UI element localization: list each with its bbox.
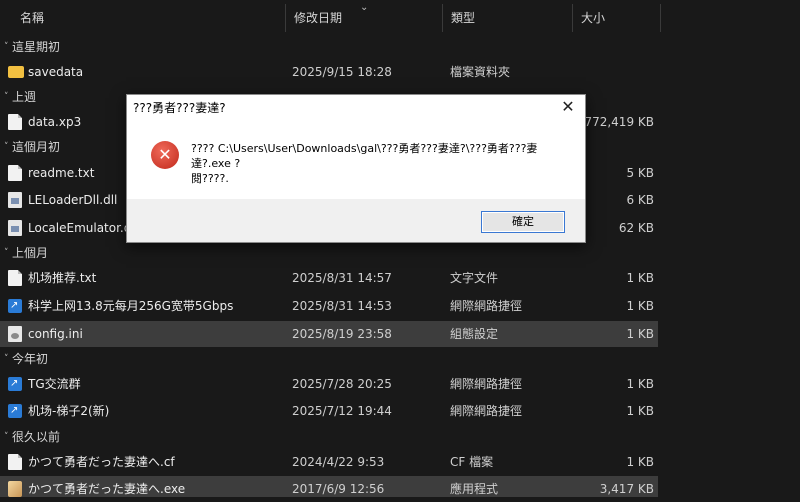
file-name: 科学上网13.8元每月256G宽带5Gbps [28, 299, 234, 313]
file-icon [8, 270, 22, 286]
file-type: 組態設定 [450, 327, 499, 341]
file-name: config.ini [28, 327, 83, 341]
file-type: 網際網路捷徑 [450, 299, 523, 313]
error-icon: ✕ [151, 141, 179, 169]
file-date: 2025/7/12 19:44 [292, 404, 392, 418]
file-date: 2025/8/31 14:57 [292, 271, 392, 285]
exe-icon [8, 481, 22, 497]
file-type: 網際網路捷徑 [450, 377, 523, 391]
file-size: 1 KB [626, 327, 654, 341]
dialog-footer: 確定 [127, 199, 585, 242]
file-icon [8, 114, 22, 130]
file-size: 1 KB [626, 455, 654, 469]
collapse-chevron-icon[interactable]: ˅ [4, 34, 9, 60]
file-date: 2024/4/22 9:53 [292, 455, 385, 469]
file-name: 机场推荐.txt [28, 271, 97, 285]
file-name: LocaleEmulator.dll [28, 221, 139, 235]
group-label: 上週 [12, 90, 37, 104]
column-divider[interactable] [660, 4, 661, 32]
collapse-chevron-icon[interactable]: ˅ [4, 240, 9, 266]
file-date: 2025/9/15 18:28 [292, 65, 392, 79]
file-size: 1 KB [626, 404, 654, 418]
file-icon [8, 454, 22, 470]
list-item[interactable]: 机场-梯子2(新) 2025/7/12 19:44 網際網路捷徑 1 KB [0, 398, 658, 424]
collapse-chevron-icon[interactable]: ˅ [4, 424, 9, 450]
dialog-title: ???勇者???妻達? [133, 101, 226, 115]
column-header: 名稱 ⌄ 修改日期 類型 大小 [0, 0, 800, 36]
file-date: 2025/7/28 20:25 [292, 377, 392, 391]
group-header[interactable]: ˅ 很久以前 [0, 424, 800, 450]
dialog-message-line: 閱????. [191, 172, 229, 185]
shortcut-icon [8, 371, 22, 397]
file-name: TG交流群 [28, 377, 81, 391]
file-type: 文字文件 [450, 271, 499, 285]
group-header[interactable]: ˅ 今年初 [0, 346, 800, 372]
dialog-body: ✕ ???? C:\Users\User\Downloads\gal\???勇者… [127, 121, 585, 199]
column-type-label: 類型 [451, 11, 476, 25]
file-size: 1 KB [626, 299, 654, 313]
dialog-message: ???? C:\Users\User\Downloads\gal\???勇者??… [191, 141, 571, 186]
file-name: かつて勇者だった妻達へ.cf [28, 455, 175, 469]
collapse-chevron-icon[interactable]: ˅ [4, 134, 9, 160]
list-item[interactable]: 机场推荐.txt 2025/8/31 14:57 文字文件 1 KB [0, 265, 658, 291]
column-name-label: 名稱 [20, 11, 45, 25]
file-name: LELoaderDll.dll [28, 193, 118, 207]
file-name: data.xp3 [28, 115, 82, 129]
group-label: 今年初 [12, 352, 49, 366]
group-header[interactable]: ˅ 這星期初 [0, 34, 800, 60]
file-name: savedata [28, 65, 84, 79]
list-item[interactable]: TG交流群 2025/7/28 20:25 網際網路捷徑 1 KB [0, 371, 658, 397]
column-name[interactable]: 名稱 [12, 0, 282, 36]
file-type: 檔案資料夾 [450, 65, 511, 79]
file-size: 1 KB [626, 271, 654, 285]
list-item[interactable]: savedata 2025/9/15 18:28 檔案資料夾 [0, 59, 658, 85]
file-icon [8, 165, 22, 181]
column-modified-label: 修改日期 [294, 11, 343, 25]
file-size: 3,417 KB [599, 482, 654, 496]
file-type: CF 檔案 [450, 455, 494, 469]
collapse-chevron-icon[interactable]: ˅ [4, 346, 9, 372]
dll-icon [8, 220, 22, 236]
file-name: readme.txt [28, 166, 95, 180]
ok-button[interactable]: 確定 [481, 211, 565, 233]
file-size: 5 KB [626, 166, 654, 180]
list-item[interactable]: 科学上网13.8元每月256G宽带5Gbps 2025/8/31 14:53 網… [0, 293, 658, 319]
file-date: 2017/6/9 12:56 [292, 482, 385, 496]
column-size-label: 大小 [581, 11, 606, 25]
group-label: 很久以前 [12, 430, 61, 444]
group-header[interactable]: ˅ 上個月 [0, 240, 800, 266]
shortcut-icon [8, 293, 22, 319]
file-size: 6 KB [626, 193, 654, 207]
file-date: 2025/8/19 23:58 [292, 327, 392, 341]
column-type[interactable]: 類型 [443, 0, 571, 36]
dll-icon [8, 192, 22, 208]
dialog-message-line: ???? C:\Users\User\Downloads\gal\???勇者??… [191, 142, 538, 170]
group-label: 這個月初 [12, 140, 61, 154]
folder-icon [8, 66, 24, 78]
column-size[interactable]: 大小 [573, 0, 659, 36]
close-icon[interactable]: ✕ [557, 96, 579, 118]
list-item[interactable]: かつて勇者だった妻達へ.exe 2017/6/9 12:56 應用程式 3,41… [0, 476, 658, 497]
file-size: 62 KB [618, 221, 654, 235]
file-size: 1 KB [626, 377, 654, 391]
settings-file-icon [8, 326, 22, 342]
shortcut-icon [8, 398, 22, 424]
file-date: 2025/8/31 14:53 [292, 299, 392, 313]
file-name: かつて勇者だった妻達へ.exe [28, 482, 186, 496]
file-name: 机场-梯子2(新) [28, 404, 110, 418]
list-item-selected[interactable]: config.ini 2025/8/19 23:58 組態設定 1 KB [0, 321, 658, 347]
file-type: 應用程式 [450, 482, 499, 496]
column-modified[interactable]: 修改日期 [286, 0, 441, 36]
group-label: 上個月 [12, 246, 49, 260]
group-label: 這星期初 [12, 40, 61, 54]
dialog-titlebar[interactable]: ???勇者???妻達? ✕ [127, 95, 585, 121]
collapse-chevron-icon[interactable]: ˅ [4, 84, 9, 110]
list-item[interactable]: かつて勇者だった妻達へ.cf 2024/4/22 9:53 CF 檔案 1 KB [0, 449, 658, 475]
file-type: 網際網路捷徑 [450, 404, 523, 418]
error-dialog: ???勇者???妻達? ✕ ✕ ???? C:\Users\User\Downl… [126, 94, 586, 243]
